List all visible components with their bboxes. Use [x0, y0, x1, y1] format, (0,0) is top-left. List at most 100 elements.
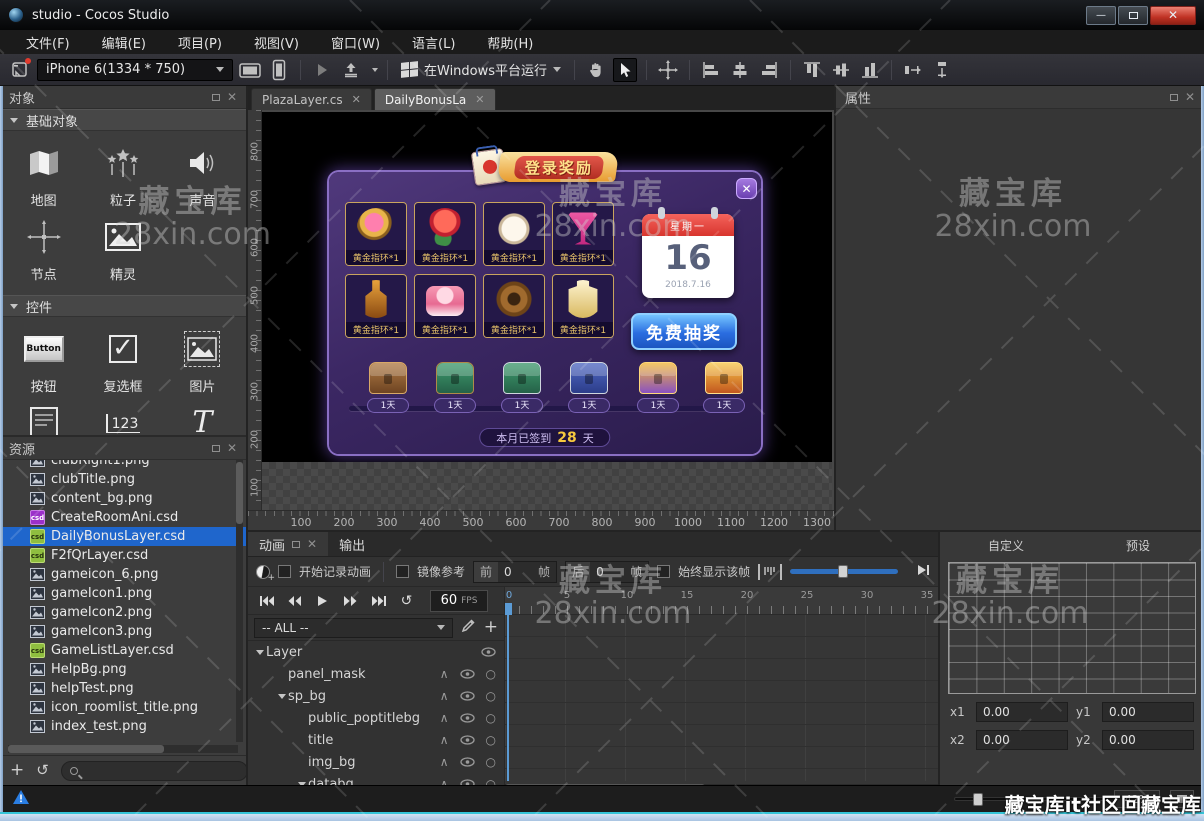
lock-circle-icon[interactable]: ○ [486, 733, 496, 747]
menu-language[interactable]: 语言(L) [412, 33, 455, 52]
close-panel-icon[interactable]: ✕ [227, 442, 237, 454]
device-selector[interactable]: iPhone 6(1334 * 750) [37, 59, 233, 81]
chest-slot[interactable]: 1天 [633, 362, 683, 413]
always-show-frame-checkbox[interactable] [657, 565, 670, 578]
frames-before-input[interactable]: 前 0 帧 [473, 561, 557, 583]
publish-button[interactable] [339, 58, 363, 82]
resource-row[interactable]: helpTest.png [0, 679, 246, 698]
visibility-eye-icon[interactable] [460, 669, 475, 679]
expand-icon[interactable] [256, 650, 264, 655]
zoom-percent-input[interactable]: 42% [1114, 790, 1160, 808]
game-dialog-panel[interactable]: 登录奖励 ✕ 黄金指环*1 黄金指环*1 黄金指环*1 黄金指环*1 黄金指环*… [329, 172, 761, 454]
edit-clip-icon[interactable] [461, 618, 476, 637]
portrait-orientation-button[interactable] [267, 58, 291, 82]
visibility-eye-icon[interactable] [460, 757, 475, 767]
tree-row[interactable]: img_bg ∧○ [248, 751, 504, 773]
object-item-map[interactable]: 地图 [26, 145, 62, 209]
align-top-button[interactable] [800, 58, 824, 82]
float-panel-icon[interactable] [212, 445, 220, 452]
float-panel-icon[interactable] [212, 94, 220, 101]
visibility-eye-icon[interactable] [481, 647, 496, 657]
menu-edit[interactable]: 编辑(E) [102, 33, 146, 52]
step-forward-icon[interactable] [916, 563, 930, 580]
float-panel-icon[interactable] [1170, 94, 1178, 101]
object-item-particle[interactable]: 粒子 [105, 145, 141, 209]
record-animation-checkbox[interactable] [278, 565, 291, 578]
chest-slot[interactable]: 1天 [699, 362, 749, 413]
add-resource-button[interactable]: + [10, 762, 24, 779]
stage[interactable]: 登录奖励 ✕ 黄金指环*1 黄金指环*1 黄金指环*1 黄金指环*1 黄金指环*… [262, 112, 832, 462]
basic-objects-section-header[interactable]: 基础对象 [0, 109, 246, 131]
chest-slot[interactable]: 1天 [363, 362, 413, 413]
menu-project[interactable]: 项目(P) [178, 33, 222, 52]
lock-circle-icon[interactable]: ○ [486, 667, 496, 681]
tree-row[interactable]: public_poptitlebg ∧○ [248, 707, 504, 729]
x1-input[interactable]: 0.00 [976, 702, 1068, 722]
tab-custom-curve[interactable]: 自定义 [940, 537, 1072, 554]
control-item-listview[interactable] [30, 405, 58, 437]
horizontal-ruler[interactable]: 100 200 300 400 500 600 700 800 900 1000… [248, 510, 834, 530]
object-item-sound[interactable]: 声音 [187, 145, 217, 209]
x2-input[interactable]: 0.00 [976, 730, 1068, 750]
controls-section-header[interactable]: 控件 [0, 295, 246, 317]
chest-slot[interactable]: 1天 [497, 362, 547, 413]
reward-item[interactable]: 黄金指环*1 [414, 274, 476, 338]
control-item-image[interactable]: 图片 [184, 331, 220, 395]
new-scene-button[interactable] [8, 58, 32, 82]
tree-row[interactable]: Layer [248, 641, 504, 663]
playhead[interactable] [505, 603, 512, 615]
collapse-chevron-icon[interactable]: ∧ [440, 755, 449, 769]
tab-output[interactable]: 输出 [328, 532, 376, 556]
collapse-chevron-icon[interactable]: ∧ [440, 711, 449, 725]
resource-row[interactable]: csdCreateRoomAni.csd [0, 508, 246, 527]
animation-clip-dropdown[interactable]: -- ALL -- [254, 618, 453, 638]
reward-item[interactable]: 黄金指环*1 [345, 274, 407, 338]
refresh-resources-button[interactable]: ↺ [36, 763, 49, 778]
resource-row[interactable]: content_bg.png [0, 489, 246, 508]
canvas-viewport[interactable]: 登录奖励 ✕ 黄金指环*1 黄金指环*1 黄金指环*1 黄金指环*1 黄金指环*… [248, 110, 834, 530]
lock-circle-icon[interactable]: ○ [486, 689, 496, 703]
canvas-zoom-slider[interactable] [954, 797, 1104, 801]
loop-button[interactable]: ↺ [394, 591, 419, 611]
resource-row[interactable]: clubRight1.png [0, 460, 246, 470]
reward-item[interactable]: 黄金指环*1 [483, 202, 545, 266]
reward-item[interactable]: 黄金指环*1 [483, 274, 545, 338]
resource-row[interactable]: csdGameListLayer.csd [0, 641, 246, 660]
vertical-ruler[interactable]: 800 700 600 500 400 300 200 100 [248, 110, 262, 510]
tree-row[interactable]: panel_mask ∧○ [248, 663, 504, 685]
align-horizontal-center-button[interactable] [728, 58, 752, 82]
skip-to-start-button[interactable] [254, 591, 279, 611]
menu-view[interactable]: 视图(V) [254, 33, 299, 52]
timeline-tracks[interactable] [505, 615, 938, 781]
close-panel-icon[interactable]: ✕ [1185, 91, 1195, 103]
distribute-vertical-button[interactable] [930, 58, 954, 82]
timeline-ruler[interactable]: 0 5 10 15 20 25 30 35 [505, 587, 938, 615]
run-platform-selector[interactable]: 在Windows平台运行 [397, 60, 565, 79]
publish-dropdown-caret[interactable] [372, 68, 378, 72]
timeline-track-area[interactable]: 0 5 10 15 20 25 30 35 [505, 587, 938, 795]
collapse-chevron-icon[interactable]: ∧ [440, 733, 449, 747]
free-draw-button[interactable]: 免费抽奖 [631, 313, 737, 350]
mirror-reference-checkbox[interactable] [396, 565, 409, 578]
transform-tool-button[interactable] [656, 58, 680, 82]
game-title-banner[interactable]: 登录奖励 [473, 150, 617, 184]
tab-preset-curve[interactable]: 预设 [1072, 537, 1204, 554]
tree-row[interactable]: title ∧○ [248, 729, 504, 751]
align-left-button[interactable] [699, 58, 723, 82]
play-preview-button[interactable] [310, 58, 334, 82]
visibility-eye-icon[interactable] [460, 713, 475, 723]
onion-skin-icon[interactable] [758, 564, 782, 580]
resource-row[interactable]: icon_roomlist_title.png [0, 698, 246, 717]
resources-vertical-scrollbar[interactable] [236, 460, 243, 742]
calendar-widget[interactable]: 星期一 16 2018.7.16 [642, 214, 734, 298]
warning-icon[interactable] [12, 789, 30, 809]
float-panel-icon[interactable] [292, 541, 300, 548]
reward-item[interactable]: 黄金指环*1 [345, 202, 407, 266]
expand-icon[interactable] [278, 694, 286, 699]
menu-file[interactable]: 文件(F) [26, 33, 70, 52]
object-item-sprite[interactable]: 精灵 [105, 219, 141, 283]
visibility-eye-icon[interactable] [460, 691, 475, 701]
onion-range-slider[interactable] [790, 569, 898, 574]
hand-tool-button[interactable] [584, 58, 608, 82]
resource-row[interactable]: clubTitle.png [0, 470, 246, 489]
